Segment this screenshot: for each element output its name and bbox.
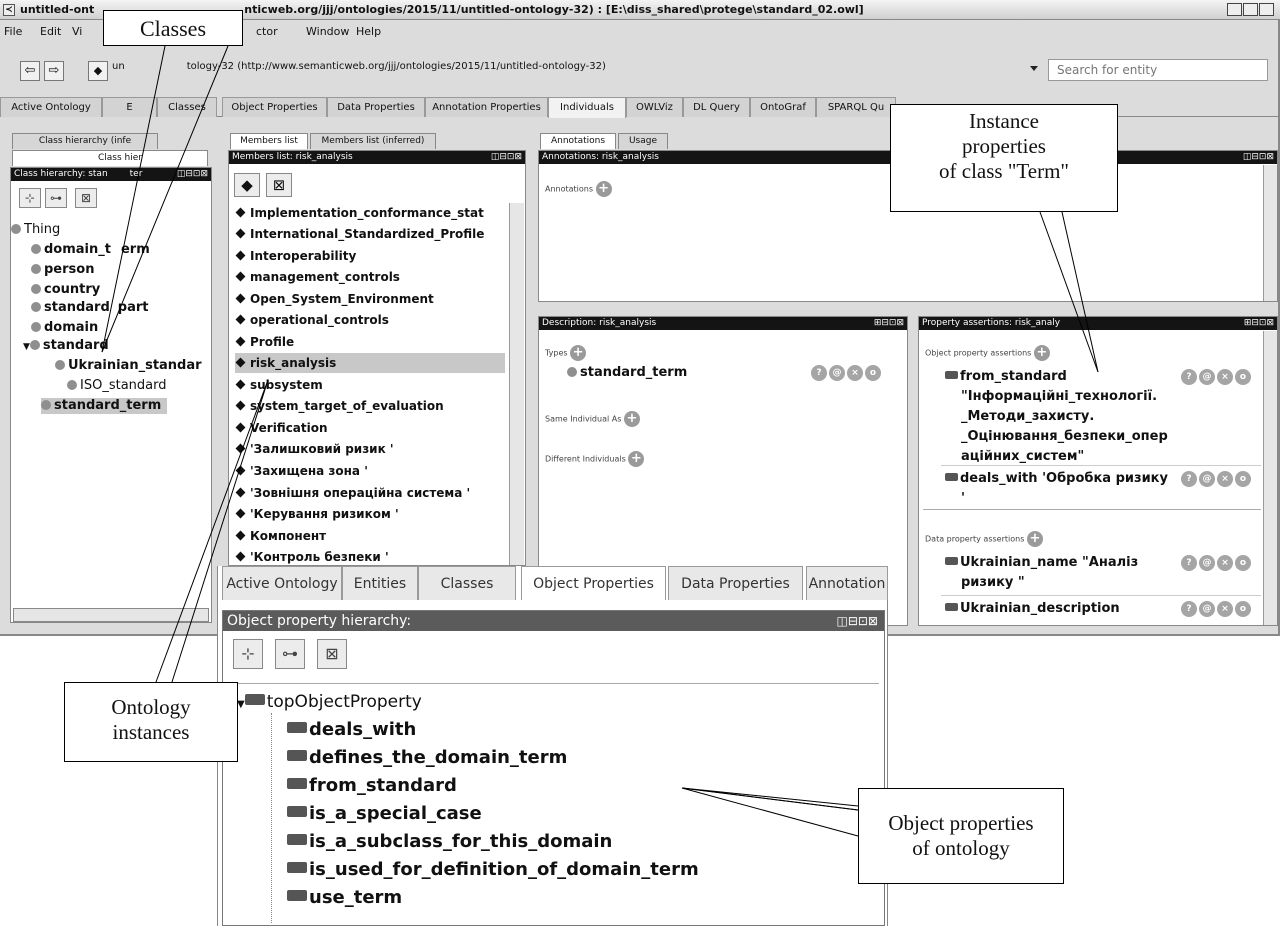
callout-instance-properties: Instance properties of class "Term": [890, 104, 1118, 212]
callout-object-properties: Object properties of ontology: [858, 788, 1064, 884]
callout-ontology-instances: Ontology instances: [64, 682, 238, 762]
callout-classes: Classes: [103, 10, 243, 46]
